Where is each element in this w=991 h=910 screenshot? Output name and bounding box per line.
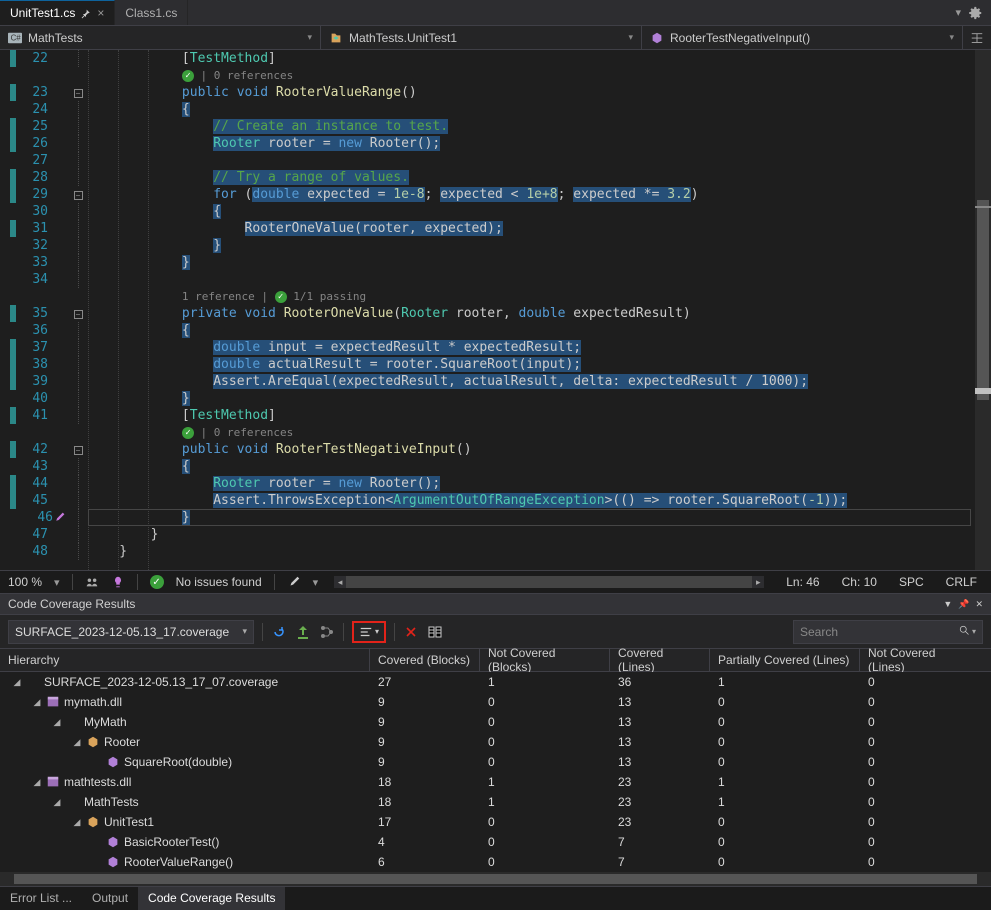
table-row[interactable]: ◢mymath.dll901300 <box>0 692 991 712</box>
users-icon[interactable] <box>85 575 99 589</box>
col-notcovered-lines[interactable]: Not Covered (Lines) <box>860 649 970 671</box>
table-row[interactable]: ◢Rooter901300 <box>0 732 991 752</box>
tab-class1[interactable]: Class1.cs <box>115 0 188 25</box>
table-row[interactable]: ◢UnitTest11702300 <box>0 812 991 832</box>
line-numbers: 2223242526272829303132333435363738394041… <box>16 50 68 570</box>
table-row[interactable]: BasicRooterTest()40700 <box>0 832 991 852</box>
search-placeholder: Search <box>800 625 838 639</box>
vertical-scrollbar[interactable] <box>975 50 991 570</box>
scroll-left-icon[interactable]: ◂ <box>334 576 346 588</box>
chevron-down-icon: ▾ <box>375 627 379 636</box>
cursor-line[interactable]: Ln: 46 <box>780 573 825 591</box>
pin-icon[interactable] <box>81 8 91 18</box>
chevron-down-icon[interactable]: ▾ <box>313 576 319 589</box>
table-row[interactable]: ◢SURFACE_2023-12-05.13_17_07.coverage271… <box>0 672 991 692</box>
tab-label: Class1.cs <box>125 6 177 20</box>
gutter-margin <box>0 50 10 570</box>
search-input[interactable]: Search ▾ <box>793 620 983 644</box>
nav-scope-class[interactable]: MathTests.UnitTest1 ▾ <box>321 26 642 49</box>
merge-icon[interactable] <box>319 624 335 640</box>
chevron-down-icon: ▾ <box>628 32 633 43</box>
chevron-down-icon: ▾ <box>242 626 247 637</box>
tab-label: UnitTest1.cs <box>10 6 75 20</box>
chevron-down-icon[interactable]: ▾ <box>972 627 976 636</box>
col-hierarchy[interactable]: Hierarchy <box>0 649 370 671</box>
panel-toolbar: SURFACE_2023-12-05.13_17.coverage ▾ ▾ Se… <box>0 615 991 649</box>
panel-titlebar[interactable]: Code Coverage Results ▼ 📌 ✕ <box>0 593 991 615</box>
scrollbar-thumb[interactable] <box>346 576 752 588</box>
close-icon[interactable]: × <box>97 6 104 20</box>
scroll-right-icon[interactable]: ▸ <box>752 576 764 588</box>
col-notcovered-blocks[interactable]: Not Covered (Blocks) <box>480 649 610 671</box>
editor-statusbar: 100 % ▾ ✓ No issues found ▾ ◂ ▸ Ln: 46 C… <box>0 570 991 593</box>
csharp-icon: C# <box>8 31 22 45</box>
col-partial-lines[interactable]: Partially Covered (Lines) <box>710 649 860 671</box>
indent-mode[interactable]: SPC <box>893 573 930 591</box>
horizontal-scrollbar[interactable] <box>0 872 991 886</box>
dropdown-icon[interactable]: ▼ <box>943 599 952 609</box>
table-row[interactable]: ◢mathtests.dll1812310 <box>0 772 991 792</box>
tab-error-list[interactable]: Error List ... <box>0 887 82 910</box>
col-covered-lines[interactable]: Covered (Lines) <box>610 649 710 671</box>
scrollbar-mark <box>975 388 991 394</box>
coverage-file-dropdown[interactable]: SURFACE_2023-12-05.13_17.coverage ▾ <box>8 620 254 644</box>
pin-icon[interactable]: 📌 <box>958 599 969 610</box>
horizontal-scrollbar[interactable]: ◂ ▸ <box>334 576 764 588</box>
highlighted-toolbar-button[interactable]: ▾ <box>352 621 386 643</box>
close-icon[interactable]: ✕ <box>975 599 983 610</box>
split-icon[interactable] <box>963 26 991 49</box>
import-icon[interactable] <box>295 624 311 640</box>
scrollbar-thumb[interactable] <box>977 200 989 400</box>
scrollbar-mark <box>975 206 991 208</box>
refresh-icon[interactable] <box>271 624 287 640</box>
class-icon <box>329 31 343 45</box>
coverage-body[interactable]: ◢SURFACE_2023-12-05.13_17_07.coverage271… <box>0 672 991 886</box>
coverage-header: Hierarchy Covered (Blocks) Not Covered (… <box>0 649 991 672</box>
table-row[interactable]: SquareRoot(double)901300 <box>0 752 991 772</box>
check-icon: ✓ <box>150 575 164 589</box>
gear-icon[interactable] <box>969 6 983 20</box>
chevron-down-icon: ▾ <box>307 32 312 43</box>
tab-output[interactable]: Output <box>82 887 138 910</box>
line-ending[interactable]: CRLF <box>940 573 983 591</box>
zoom-level[interactable]: 100 % <box>8 575 42 589</box>
svg-text:C#: C# <box>11 33 22 42</box>
delete-icon[interactable] <box>403 624 419 640</box>
chevron-down-icon[interactable]: ▾ <box>54 576 60 589</box>
table-row[interactable]: ◢MathTests1812310 <box>0 792 991 812</box>
chevron-down-icon: ▾ <box>949 32 954 43</box>
columns-icon[interactable] <box>427 624 443 640</box>
col-covered-blocks[interactable]: Covered (Blocks) <box>370 649 480 671</box>
table-row[interactable]: ◢MyMath901300 <box>0 712 991 732</box>
scrollbar-thumb[interactable] <box>14 874 977 884</box>
nav-label: RooterTestNegativeInput() <box>670 31 810 45</box>
method-icon <box>650 31 664 45</box>
nav-scope-project[interactable]: C# MathTests ▾ <box>0 26 321 49</box>
tab-code-coverage[interactable]: Code Coverage Results <box>138 887 285 910</box>
tab-overflow-icon[interactable]: ▾ <box>955 6 961 19</box>
bottom-tabs: Error List ... Output Code Coverage Resu… <box>0 886 991 910</box>
table-row[interactable]: RooterValueRange()60700 <box>0 852 991 872</box>
code-body[interactable]: [TestMethod] ✓ | 0 references public voi… <box>88 50 991 570</box>
nav-label: MathTests <box>28 31 83 45</box>
nav-scope-member[interactable]: RooterTestNegativeInput() ▾ <box>642 26 963 49</box>
search-icon[interactable] <box>958 624 970 639</box>
navigation-bar: C# MathTests ▾ MathTests.UnitTest1 ▾ Roo… <box>0 26 991 50</box>
panel-title-text: Code Coverage Results <box>8 597 135 611</box>
issues-text[interactable]: No issues found <box>176 575 262 589</box>
code-editor[interactable]: 2223242526272829303132333435363738394041… <box>0 50 991 570</box>
lightbulb-icon[interactable] <box>111 575 125 589</box>
fold-column[interactable]: −−−− <box>68 50 88 570</box>
coverage-panel: Code Coverage Results ▼ 📌 ✕ SURFACE_2023… <box>0 593 991 886</box>
nav-label: MathTests.UnitTest1 <box>349 31 457 45</box>
dropdown-value: SURFACE_2023-12-05.13_17.coverage <box>15 625 229 639</box>
brush-icon[interactable] <box>287 575 301 589</box>
editor-tabs: UnitTest1.cs × Class1.cs ▾ <box>0 0 991 26</box>
cursor-char[interactable]: Ch: 10 <box>836 573 883 591</box>
tab-unittest1[interactable]: UnitTest1.cs × <box>0 0 115 25</box>
